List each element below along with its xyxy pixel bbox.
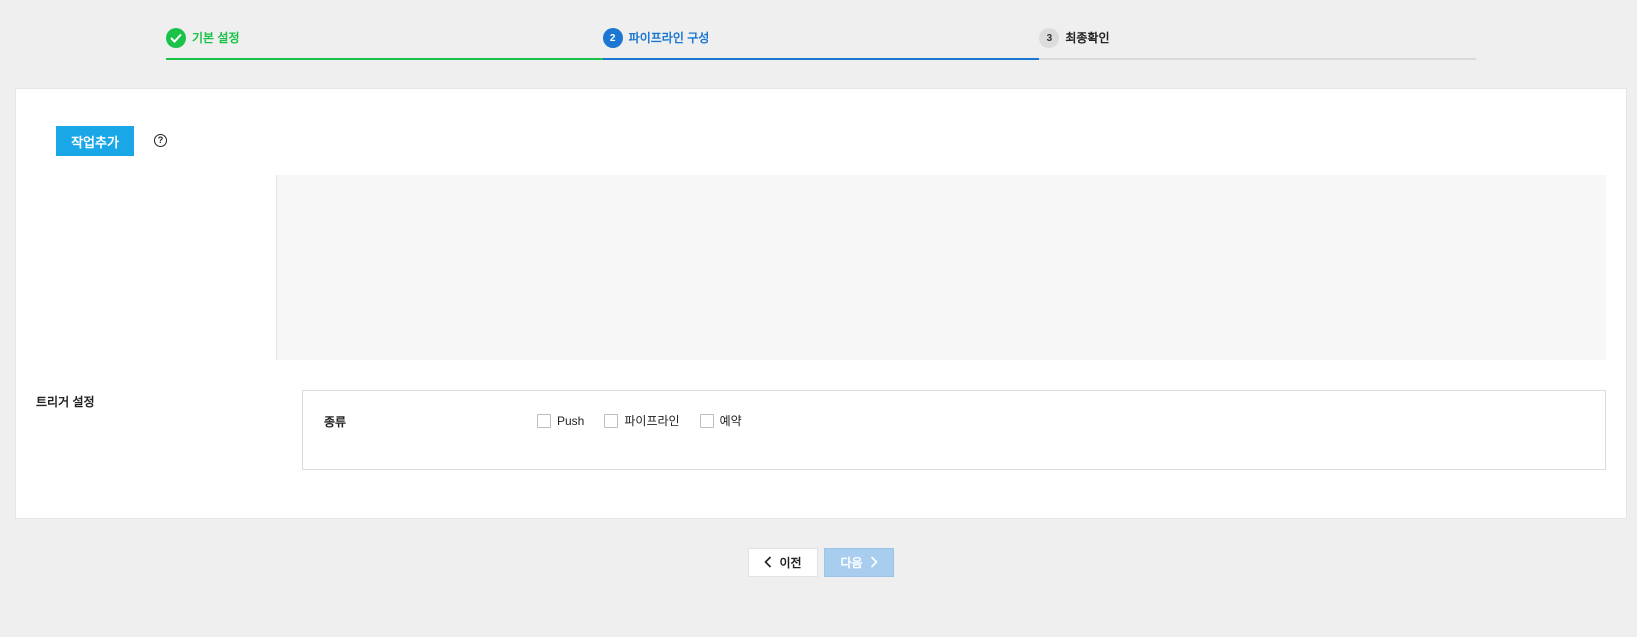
wizard-stepper: 기본 설정 2 파이프라인 구성 3 최종확인 — [166, 28, 1477, 60]
add-job-button[interactable]: 작업추가 — [56, 126, 134, 156]
trigger-kind-options: Push 파이프라인 예약 — [537, 412, 762, 429]
trigger-kind-label: 종류 — [324, 415, 347, 429]
trigger-option-push[interactable]: Push — [537, 413, 585, 428]
pipeline-checkbox[interactable] — [604, 413, 619, 428]
step-basic-settings[interactable]: 기본 설정 — [166, 28, 603, 60]
pipeline-config-card: 작업추가 ? 트리거 설정 종류 Push 파이프라인 예약 — [15, 88, 1627, 519]
chevron-right-icon — [870, 555, 878, 570]
option-label: Push — [557, 413, 585, 428]
next-button[interactable]: 다음 — [824, 548, 894, 577]
trigger-settings-label: 트리거 설정 — [36, 395, 95, 409]
prev-label: 이전 — [779, 556, 802, 570]
pipeline-canvas[interactable] — [276, 175, 1606, 360]
option-label: 예약 — [719, 414, 742, 428]
option-label: 파이프라인 — [624, 414, 680, 428]
step-final-confirm[interactable]: 3 최종확인 — [1039, 28, 1477, 60]
prev-button[interactable]: 이전 — [748, 548, 818, 577]
step-label: 최종확인 — [1065, 31, 1110, 45]
help-icon[interactable]: ? — [154, 134, 167, 147]
next-label: 다음 — [840, 556, 863, 570]
step-label: 기본 설정 — [192, 31, 240, 45]
step-number-badge: 3 — [1039, 28, 1060, 48]
trigger-option-schedule[interactable]: 예약 — [699, 412, 742, 429]
step-label: 파이프라인 구성 — [628, 31, 710, 45]
schedule-checkbox[interactable] — [699, 413, 714, 428]
step-pipeline-config[interactable]: 2 파이프라인 구성 — [602, 28, 1040, 60]
check-icon — [166, 28, 186, 48]
wizard-navigation: 이전 다음 — [748, 548, 894, 577]
push-checkbox[interactable] — [537, 413, 551, 428]
step-number-badge: 2 — [602, 28, 623, 48]
trigger-option-pipeline[interactable]: 파이프라인 — [604, 412, 680, 429]
chevron-left-icon — [764, 555, 772, 570]
trigger-settings-panel: 종류 Push 파이프라인 예약 — [302, 390, 1606, 470]
